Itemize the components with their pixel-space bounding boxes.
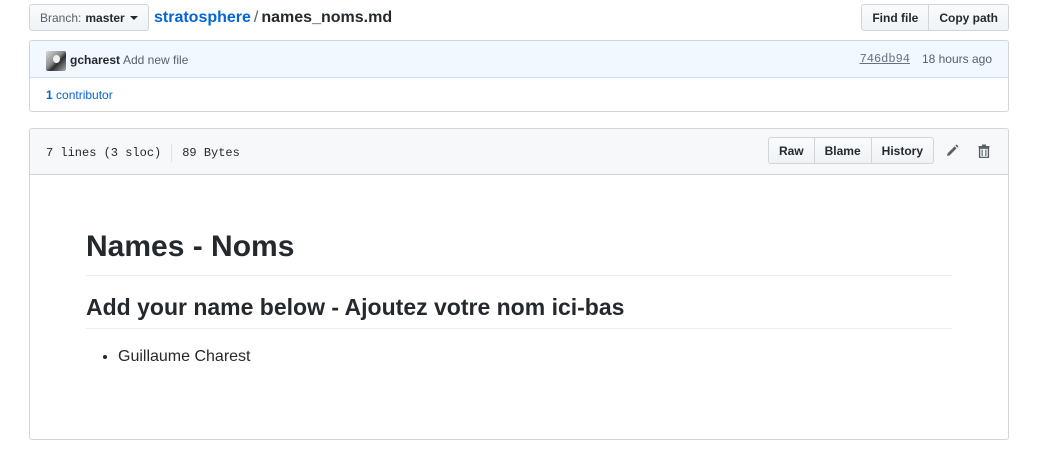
file-header: 7 lines (3 sloc) 89 Bytes Raw Blame Hist… <box>30 129 1008 175</box>
breadcrumb-repo-link[interactable]: stratosphere <box>154 9 251 26</box>
find-file-button[interactable]: Find file <box>861 4 930 31</box>
file-box: 7 lines (3 sloc) 89 Bytes Raw Blame Hist… <box>29 128 1009 440</box>
file-info-divider <box>171 144 173 162</box>
commit-message[interactable]: Add new file <box>123 53 188 67</box>
raw-button[interactable]: Raw <box>767 137 815 164</box>
readme-heading-1: Names - Noms <box>86 225 952 276</box>
breadcrumb: stratosphere / names_noms.md <box>154 9 392 27</box>
file-info: 7 lines (3 sloc) 89 Bytes <box>46 144 240 162</box>
contributors-label: contributor <box>56 88 113 102</box>
file-actions: Raw Blame History <box>767 137 992 164</box>
avatar[interactable] <box>46 51 66 71</box>
branch-name: master <box>85 10 125 25</box>
pencil-icon[interactable] <box>944 143 960 159</box>
commit-tease: gcharest Add new file 746db94 18 hours a… <box>30 41 1008 78</box>
history-button[interactable]: History <box>870 137 934 164</box>
copy-path-button[interactable]: Copy path <box>928 4 1009 31</box>
breadcrumb-filename: names_noms.md <box>261 9 393 26</box>
breadcrumb-separator: / <box>253 9 259 26</box>
file-actions-button-group: Raw Blame History <box>767 137 934 164</box>
readme-list: Guillaume Charest <box>86 345 952 369</box>
contributors-row: 1 contributor <box>30 78 1008 112</box>
caret-down-icon <box>129 16 138 20</box>
readme-content: Names - Noms Add your name below - Ajout… <box>30 175 1008 369</box>
list-item: Guillaume Charest <box>118 345 952 369</box>
branch-select-button[interactable]: Branch: master <box>29 4 149 31</box>
commit-time: 18 hours ago <box>921 52 992 66</box>
blame-button[interactable]: Blame <box>813 137 872 164</box>
trashcan-icon[interactable] <box>976 143 992 159</box>
commit-sha-link[interactable]: 746db94 <box>860 52 910 66</box>
branch-prefix-label: Branch: <box>40 10 82 25</box>
contributors-count: 1 <box>46 88 53 102</box>
file-size: 89 Bytes <box>182 146 240 160</box>
commit-author-link[interactable]: gcharest <box>70 53 120 67</box>
file-nav-button-group: Find file Copy path <box>861 4 1009 31</box>
readme-heading-2: Add your name below - Ajoutez votre nom … <box>86 292 952 329</box>
file-navigation: Branch: master stratosphere / names_noms.m… <box>29 4 1009 32</box>
file-lines: 7 lines (3 sloc) <box>46 146 162 160</box>
contributors-link[interactable]: 1 contributor <box>46 88 113 102</box>
commit-box: gcharest Add new file 746db94 18 hours a… <box>29 40 1009 112</box>
